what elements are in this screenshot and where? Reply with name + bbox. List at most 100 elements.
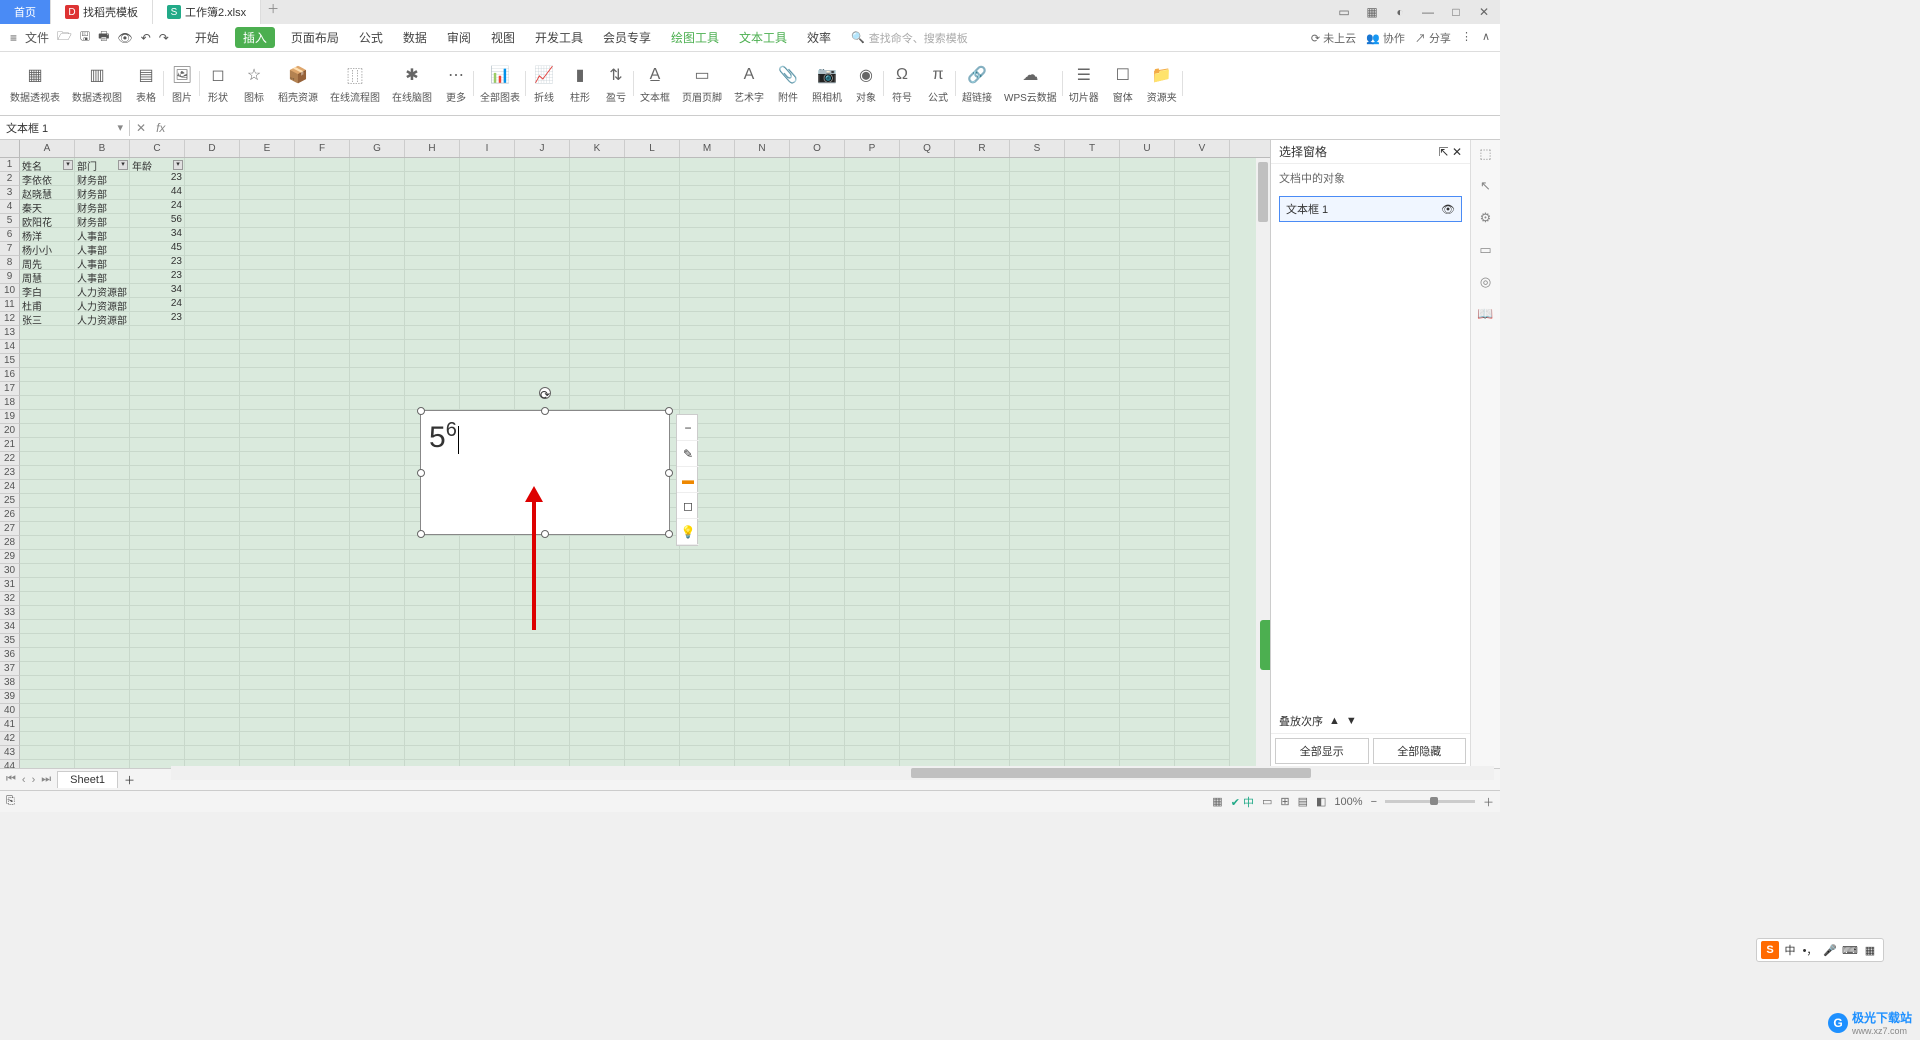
empty-cell[interactable] xyxy=(900,186,955,200)
textbox-content[interactable]: 56 xyxy=(421,411,669,463)
empty-cell[interactable] xyxy=(1065,200,1120,214)
empty-cell[interactable] xyxy=(240,326,295,340)
empty-cell[interactable] xyxy=(240,704,295,718)
empty-cell[interactable] xyxy=(240,676,295,690)
data-cell[interactable]: 秦天 xyxy=(20,200,75,214)
empty-cell[interactable] xyxy=(570,634,625,648)
ribbon-在线流程图[interactable]: ⿲在线流程图 xyxy=(324,63,386,104)
col-header-L[interactable]: L xyxy=(625,140,680,157)
empty-cell[interactable] xyxy=(625,340,680,354)
row-header[interactable]: 23 xyxy=(0,466,20,480)
tab-new[interactable]: ＋ xyxy=(261,0,285,24)
data-cell[interactable]: 34 xyxy=(130,284,185,298)
col-header-B[interactable]: B xyxy=(75,140,130,157)
empty-cell[interactable] xyxy=(515,690,570,704)
empty-cell[interactable] xyxy=(515,284,570,298)
empty-cell[interactable] xyxy=(350,746,405,760)
data-cell[interactable]: 23 xyxy=(130,172,185,186)
view-grid-icon[interactable]: ⊞ xyxy=(1280,795,1289,808)
row-header[interactable]: 34 xyxy=(0,620,20,634)
empty-cell[interactable] xyxy=(460,354,515,368)
empty-cell[interactable] xyxy=(295,536,350,550)
empty-cell[interactable] xyxy=(350,466,405,480)
empty-cell[interactable] xyxy=(735,522,790,536)
empty-cell[interactable] xyxy=(900,480,955,494)
empty-cell[interactable] xyxy=(845,550,900,564)
data-cell[interactable]: 财务部 xyxy=(75,172,130,186)
empty-cell[interactable] xyxy=(185,732,240,746)
empty-cell[interactable] xyxy=(680,200,735,214)
empty-cell[interactable] xyxy=(845,158,900,172)
empty-cell[interactable] xyxy=(1065,410,1120,424)
expand-icon[interactable]: ∧ xyxy=(1482,30,1490,46)
empty-cell[interactable] xyxy=(1010,172,1065,186)
empty-cell[interactable] xyxy=(350,564,405,578)
view-read-icon[interactable]: ✔ 中 xyxy=(1231,794,1254,810)
empty-cell[interactable] xyxy=(1120,312,1175,326)
empty-cell[interactable] xyxy=(625,284,680,298)
empty-cell[interactable] xyxy=(900,676,955,690)
zoom-out-icon[interactable]: − xyxy=(1371,796,1377,808)
coop-button[interactable]: 👥 协作 xyxy=(1366,30,1405,46)
row-header[interactable]: 44 xyxy=(0,760,20,768)
empty-cell[interactable] xyxy=(1010,732,1065,746)
empty-cell[interactable] xyxy=(1010,298,1065,312)
empty-cell[interactable] xyxy=(680,312,735,326)
empty-cell[interactable] xyxy=(130,676,185,690)
empty-cell[interactable] xyxy=(1120,536,1175,550)
empty-cell[interactable] xyxy=(1120,634,1175,648)
row-header[interactable]: 42 xyxy=(0,732,20,746)
empty-cell[interactable] xyxy=(1175,340,1230,354)
empty-cell[interactable] xyxy=(460,634,515,648)
empty-cell[interactable] xyxy=(735,746,790,760)
empty-cell[interactable] xyxy=(625,368,680,382)
empty-cell[interactable] xyxy=(350,494,405,508)
empty-cell[interactable] xyxy=(460,704,515,718)
empty-cell[interactable] xyxy=(240,746,295,760)
empty-cell[interactable] xyxy=(955,326,1010,340)
empty-cell[interactable] xyxy=(900,466,955,480)
empty-cell[interactable] xyxy=(955,396,1010,410)
empty-cell[interactable] xyxy=(625,676,680,690)
empty-cell[interactable] xyxy=(1175,732,1230,746)
empty-cell[interactable] xyxy=(845,284,900,298)
col-header-J[interactable]: J xyxy=(515,140,570,157)
empty-cell[interactable] xyxy=(570,620,625,634)
empty-cell[interactable] xyxy=(680,158,735,172)
ribbon-WPS云数据[interactable]: ☁WPS云数据 xyxy=(998,63,1063,104)
empty-cell[interactable] xyxy=(75,522,130,536)
empty-cell[interactable] xyxy=(185,242,240,256)
ribbon-柱形[interactable]: ▮柱形 xyxy=(562,63,598,104)
empty-cell[interactable] xyxy=(955,466,1010,480)
empty-cell[interactable] xyxy=(460,340,515,354)
menu-页面布局[interactable]: 页面布局 xyxy=(287,27,343,48)
empty-cell[interactable] xyxy=(680,396,735,410)
empty-cell[interactable] xyxy=(130,382,185,396)
empty-cell[interactable] xyxy=(955,186,1010,200)
empty-cell[interactable] xyxy=(1120,662,1175,676)
empty-cell[interactable] xyxy=(845,368,900,382)
empty-cell[interactable] xyxy=(1175,200,1230,214)
strip-settings-icon[interactable]: ⚙ xyxy=(1477,210,1495,228)
empty-cell[interactable] xyxy=(240,578,295,592)
empty-cell[interactable] xyxy=(1065,732,1120,746)
empty-cell[interactable] xyxy=(75,620,130,634)
empty-cell[interactable] xyxy=(460,606,515,620)
empty-cell[interactable] xyxy=(845,242,900,256)
col-header-O[interactable]: O xyxy=(790,140,845,157)
empty-cell[interactable] xyxy=(460,312,515,326)
empty-cell[interactable] xyxy=(295,172,350,186)
empty-cell[interactable] xyxy=(680,256,735,270)
empty-cell[interactable] xyxy=(625,550,680,564)
empty-cell[interactable] xyxy=(185,606,240,620)
empty-cell[interactable] xyxy=(900,648,955,662)
empty-cell[interactable] xyxy=(845,718,900,732)
empty-cell[interactable] xyxy=(680,620,735,634)
empty-cell[interactable] xyxy=(350,592,405,606)
empty-cell[interactable] xyxy=(570,172,625,186)
empty-cell[interactable] xyxy=(405,690,460,704)
empty-cell[interactable] xyxy=(900,704,955,718)
row-header[interactable]: 18 xyxy=(0,396,20,410)
empty-cell[interactable] xyxy=(240,452,295,466)
sheet-last-icon[interactable]: ⏭ xyxy=(41,773,51,786)
